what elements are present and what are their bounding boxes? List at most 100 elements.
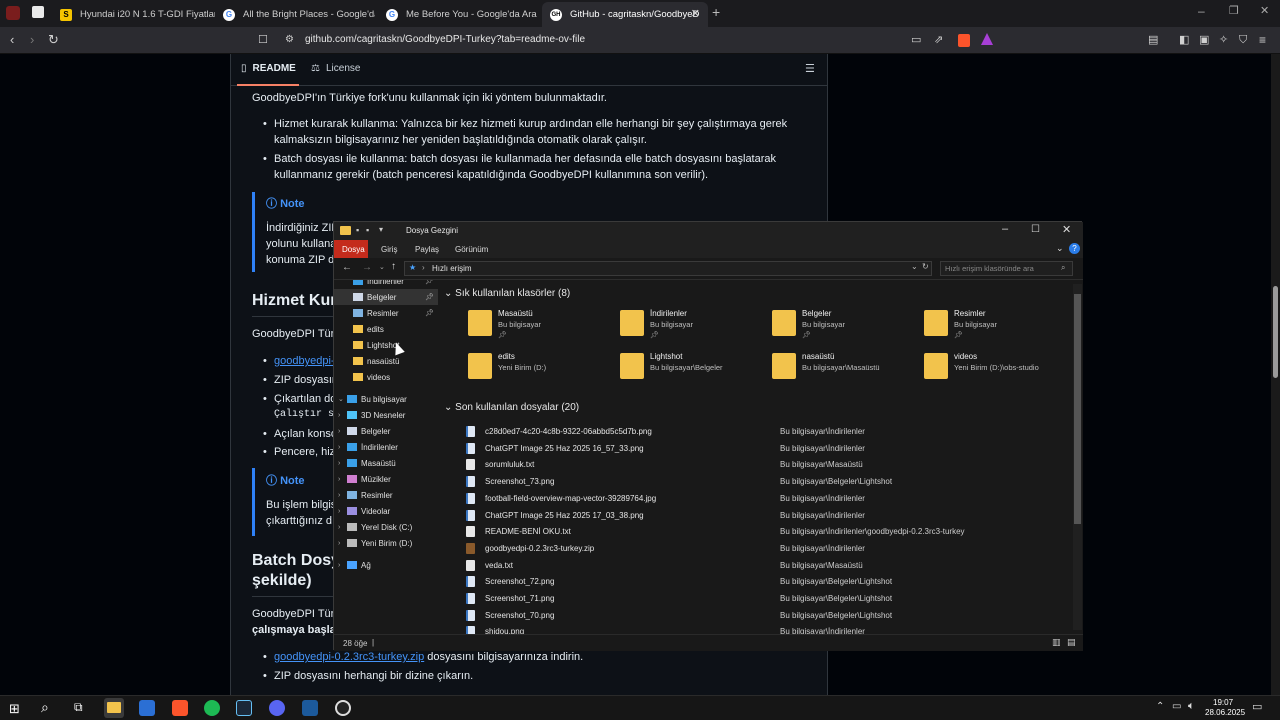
explorer-minimize-icon[interactable]: – <box>1002 223 1008 235</box>
show-hidden-icons-icon[interactable]: ⌃ <box>1156 701 1164 712</box>
vpn-icon[interactable]: ⛉ <box>1239 32 1247 48</box>
recent-file-row[interactable]: Screenshot_70.png Bu bilgisayar\Belgeler\… <box>438 608 1078 624</box>
discord-icon[interactable] <box>269 700 285 716</box>
nav-item-music[interactable]: › Müzikler <box>334 471 438 487</box>
frequent-folder-tile[interactable]: Lightshot Bu bilgisayar\Belgeler <box>620 351 770 391</box>
nav-item-downloads[interactable]: › İndirilenler <box>334 439 438 455</box>
explorer-address-bar[interactable]: ★ › Hızlı erişim ⌄ ↻ <box>404 261 932 276</box>
recent-file-row[interactable]: README-BENİ OKU.txt Bu bilgisayar\İndiril… <box>438 524 1078 540</box>
address-dropdown-icon[interactable]: ⌄ <box>911 262 918 271</box>
nav-item-network[interactable]: › Ağ <box>334 557 438 573</box>
nav-item-documents[interactable]: Belgeler 📌︎ <box>334 289 438 305</box>
frequent-folder-tile[interactable]: edits Yeni Birim (D:) <box>468 351 618 391</box>
frequent-folders-heading[interactable]: ⌄ Sık kullanılan klasörler (8) <box>444 288 570 299</box>
brave-rewards-icon[interactable] <box>981 33 993 45</box>
tab-hyundai[interactable]: S Hyundai i20 N 1.6 T-GDI Fiyatları & <box>52 2 215 27</box>
nav-item-edits[interactable]: edits <box>334 321 438 337</box>
nav-item-nasaustu[interactable]: nasaüstü <box>334 353 438 369</box>
spotify-icon[interactable] <box>204 700 220 716</box>
obs-icon[interactable] <box>335 700 351 716</box>
task-view-icon[interactable]: ⧉ <box>74 700 83 715</box>
address-refresh-icon[interactable]: ↻ <box>922 262 929 271</box>
explorer-maximize-icon[interactable]: ☐ <box>1031 224 1040 235</box>
new-folder-icon[interactable]: ▪ <box>366 225 369 235</box>
tab-github[interactable]: GH GitHub - cagritaskn/GoodbyeDPI ✕ <box>542 2 708 27</box>
nav-item-new-volume-d[interactable]: › Yeni Birim (D:) <box>334 535 438 551</box>
scrollbar-thumb[interactable] <box>1273 286 1278 378</box>
nav-item-videos[interactable]: videos <box>334 369 438 385</box>
recent-file-row[interactable]: Screenshot_71.png Bu bilgisayar\Belgeler\… <box>438 591 1078 607</box>
recent-file-row[interactable]: Screenshot_72.png Bu bilgisayar\Belgeler\… <box>438 574 1078 590</box>
clock-time[interactable]: 19:07 <box>1213 698 1233 707</box>
tab-readme[interactable]: ▯ README <box>241 63 296 74</box>
brave-browser-icon[interactable] <box>172 700 188 716</box>
recent-file-row[interactable]: football-field-overview-map-vector-39289… <box>438 491 1078 507</box>
menu-icon[interactable]: ≡ <box>1259 32 1266 48</box>
ribbon-expand-icon[interactable]: ⌄ <box>1056 243 1064 254</box>
notifications-icon[interactable]: ▭ <box>1252 700 1262 713</box>
brave-shield-icon[interactable] <box>958 34 970 47</box>
nav-item-pictures[interactable]: Resimler 📌︎ <box>334 305 438 321</box>
windows-start-icon[interactable]: ⊞ <box>9 701 20 717</box>
expand-chevron-icon[interactable]: › <box>338 562 347 569</box>
expand-chevron-icon[interactable]: › <box>338 428 347 435</box>
close-tab-icon[interactable]: ✕ <box>691 7 700 20</box>
ribbon-tab-view[interactable]: Görünüm <box>455 245 488 254</box>
frequent-folder-tile[interactable]: İndirilenler Bu bilgisayar 📌︎ <box>620 308 770 348</box>
expand-chevron-icon[interactable]: › <box>338 460 347 467</box>
details-view-icon[interactable]: ▥ <box>1052 637 1061 648</box>
properties-icon[interactable]: ▪ <box>356 225 359 235</box>
maximize-window-icon[interactable]: ❐ <box>1229 4 1239 17</box>
frequent-folder-tile[interactable]: Masaüstü Bu bilgisayar 📌︎ <box>468 308 618 348</box>
recent-file-row[interactable]: sorumluluk.txt Bu bilgisayar\Masaüstü <box>438 457 1078 473</box>
wireshark-icon[interactable] <box>302 700 318 716</box>
large-icons-view-icon[interactable]: ▤ <box>1067 637 1076 648</box>
leo-ai-icon[interactable]: ✧ <box>1219 32 1228 48</box>
frequent-folder-tile[interactable]: videos Yeni Birim (D:)\obs-studio <box>924 351 1074 391</box>
recent-file-row[interactable]: ChatGPT Image 25 Haz 2025 16_57_33.png Bu… <box>438 441 1078 457</box>
file-explorer-taskbar-icon[interactable] <box>104 698 124 718</box>
close-window-icon[interactable]: ✕ <box>1260 4 1269 17</box>
back-icon[interactable]: ‹ <box>10 32 14 48</box>
nav-item-3d-objects[interactable]: › 3D Nesneler <box>334 407 438 423</box>
explorer-scrollbar-thumb[interactable] <box>1074 294 1081 524</box>
outline-icon[interactable]: ☰ <box>805 62 815 75</box>
expand-chevron-icon[interactable]: › <box>338 508 347 515</box>
address-bar[interactable]: github.com/cagritaskn/GoodbyeDPI-Turkey?… <box>305 34 585 45</box>
recent-locations-icon[interactable]: ⌄ <box>379 263 385 271</box>
steam-icon[interactable] <box>236 700 252 716</box>
minimize-window-icon[interactable]: – <box>1198 4 1205 18</box>
recent-file-row[interactable]: ChatGPT Image 25 Haz 2025 17_03_38.png Bu… <box>438 508 1078 524</box>
quick-access-toolbar-dropdown-icon[interactable]: ▾ <box>379 225 383 234</box>
reader-mode-icon[interactable]: ▤ <box>1148 32 1158 48</box>
nav-item-desktop[interactable]: › Masaüstü <box>334 455 438 471</box>
explorer-search-box[interactable]: Hızlı erişim klasöründe ara ⌕ <box>940 261 1073 276</box>
cast-icon[interactable]: ▭ <box>911 32 921 48</box>
sidebar-icon[interactable] <box>32 6 44 18</box>
zip-download-link[interactable]: goodbyedpi-0.2.3rc3-turkey.zip <box>274 651 424 663</box>
expand-chevron-icon[interactable]: › <box>338 492 347 499</box>
explorer-up-icon[interactable]: ↑ <box>391 261 396 272</box>
browser-menu-icon[interactable] <box>6 6 20 20</box>
expand-chevron-icon[interactable]: › <box>338 540 347 547</box>
search-icon[interactable]: ⌕ <box>41 699 49 716</box>
expand-chevron-icon[interactable]: › <box>338 412 347 419</box>
help-icon[interactable]: ? <box>1069 243 1080 254</box>
ribbon-tab-file[interactable]: Dosya <box>334 240 368 258</box>
recent-file-row[interactable]: Screenshot_73.png Bu bilgisayar\Belgeler\… <box>438 474 1078 490</box>
reload-icon[interactable]: ↻ <box>48 32 59 48</box>
explorer-scrollbar[interactable] <box>1073 284 1082 630</box>
download-link[interactable]: goodbyedpi- <box>274 353 335 369</box>
nav-item-lightshot[interactable]: Lightshot <box>334 337 438 353</box>
expand-chevron-icon[interactable]: › <box>338 444 347 451</box>
nav-item-videos[interactable]: › Videolar <box>334 503 438 519</box>
expand-chevron-icon[interactable]: ⌄ <box>338 395 347 403</box>
sidebar-toggle-icon[interactable]: ◧ <box>1179 32 1189 48</box>
new-tab-button[interactable]: + <box>712 4 720 20</box>
scrollbar[interactable] <box>1271 54 1280 695</box>
tab-license[interactable]: ⚖ License <box>311 63 360 74</box>
frequent-folder-tile[interactable]: nasaüstü Bu bilgisayar\Masaüstü <box>772 351 922 391</box>
clock-date[interactable]: 28.06.2025 <box>1205 708 1245 717</box>
forward-icon[interactable]: › <box>30 32 34 48</box>
volume-icon[interactable]: 🔈︎ <box>1188 700 1195 713</box>
